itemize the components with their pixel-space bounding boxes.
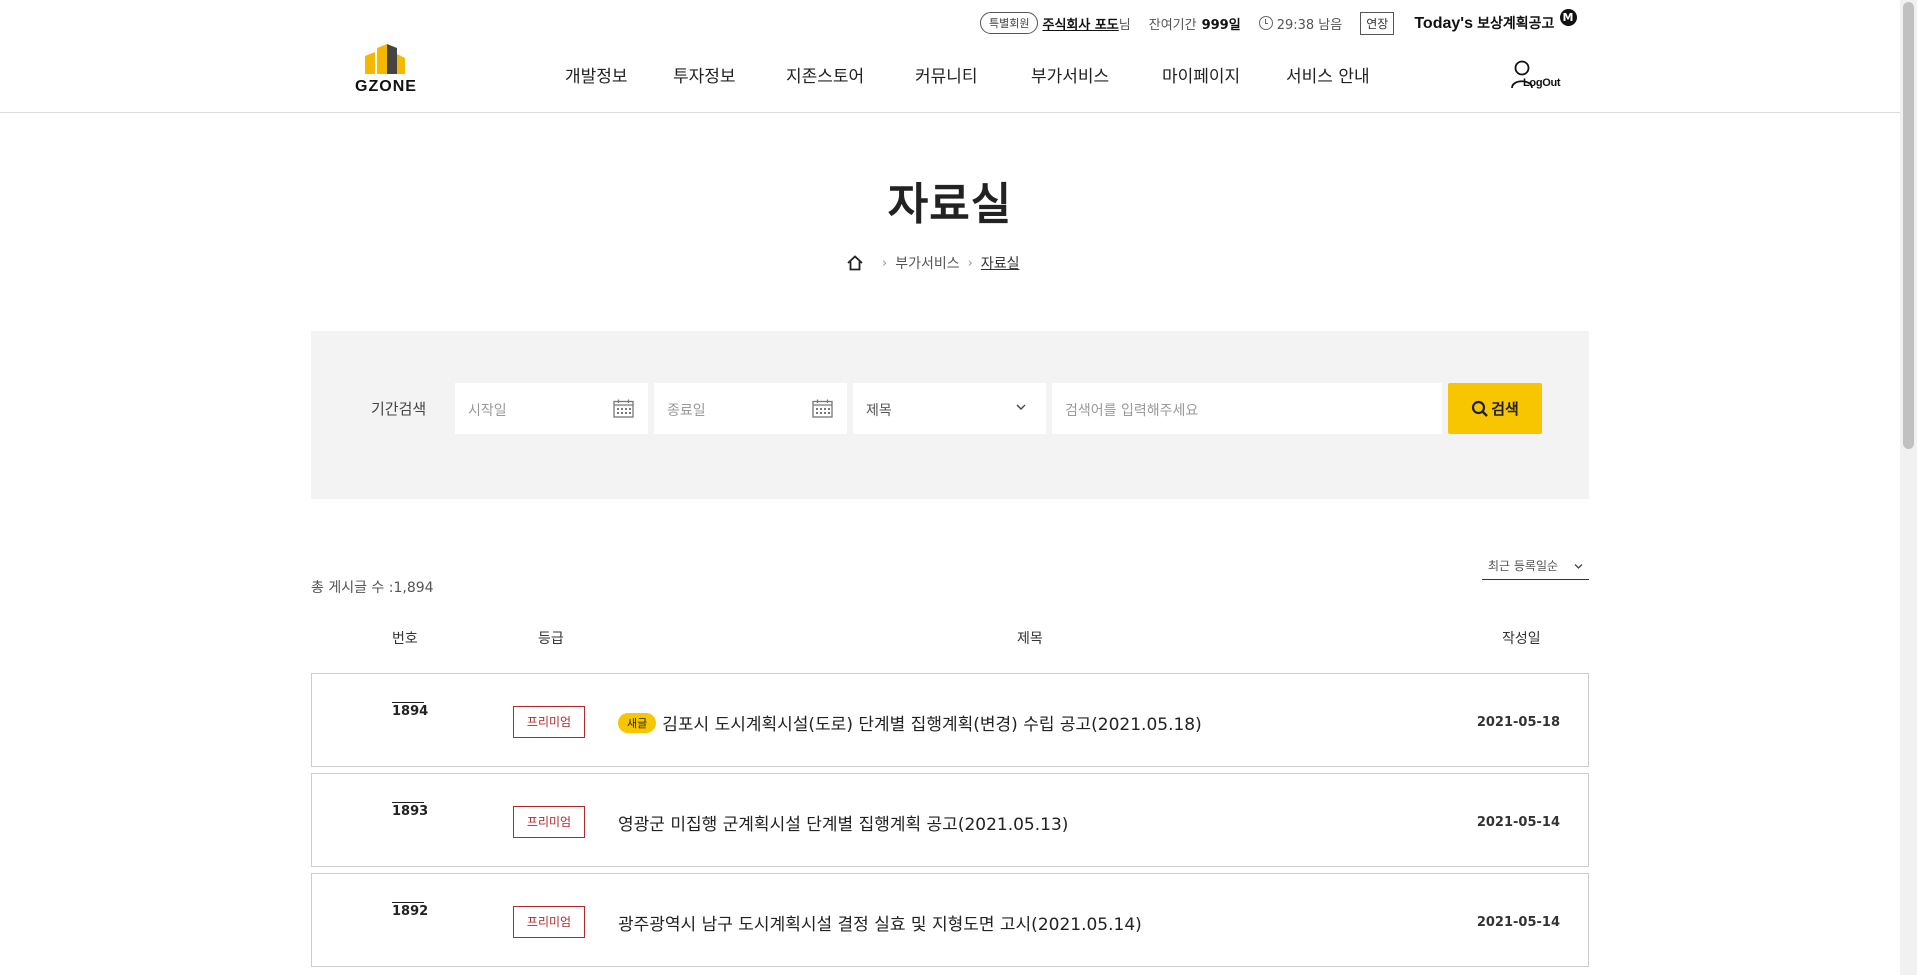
nav-development-info[interactable]: 개발정보 xyxy=(565,62,628,87)
breadcrumb: › 부가서비스 › 자료실 xyxy=(846,252,1019,274)
start-date-input[interactable]: 시작일 xyxy=(455,383,648,434)
extend-session-button[interactable]: 연장 xyxy=(1360,11,1395,35)
post-date: 2021-05-14 xyxy=(1476,915,1560,930)
nav-my-page[interactable]: 마이페이지 xyxy=(1162,62,1240,87)
member-badge: 특별회원 xyxy=(980,12,1039,34)
gzone-logo[interactable]: GZONE xyxy=(348,42,424,98)
search-button-label: 검색 xyxy=(1491,401,1519,418)
search-icon xyxy=(1472,400,1489,417)
start-date-placeholder: 시작일 xyxy=(468,403,507,419)
page-scrollbar[interactable] xyxy=(1900,0,1917,975)
table-row[interactable]: 1892 프리미엄 광주광역시 남구 도시계획시설 결정 실효 및 지형도면 고… xyxy=(311,873,1589,967)
todays-label: Today's xyxy=(1414,15,1473,32)
column-number: 번호 xyxy=(392,631,418,647)
grade-badge: 프리미엄 xyxy=(513,706,585,738)
nav-additional-services[interactable]: 부가서비스 xyxy=(1031,62,1109,87)
chevron-down-icon xyxy=(1574,564,1583,569)
breadcrumb-additional-services[interactable]: 부가서비스 xyxy=(895,253,959,273)
calendar-icon[interactable] xyxy=(812,399,833,418)
breadcrumb-separator-icon: › xyxy=(967,255,973,271)
post-title: 영광군 미집행 군계획시설 단계별 집행계획 공고(2021.05.13) xyxy=(618,815,1069,835)
column-date: 작성일 xyxy=(1502,631,1541,647)
logo-text: GZONE xyxy=(355,78,417,95)
post-number: 1893 xyxy=(392,802,429,819)
post-title-link[interactable]: 광주광역시 남구 도시계획시설 결정 실효 및 지형도면 고시(2021.05.… xyxy=(618,910,1142,935)
post-number: 1892 xyxy=(392,902,429,919)
breadcrumb-separator-icon: › xyxy=(882,255,888,271)
remain-period-value: 999일 xyxy=(1201,17,1241,33)
grade-badge: 프리미엄 xyxy=(513,906,585,938)
new-post-badge: 새글 xyxy=(618,712,657,733)
nav-service-guide[interactable]: 서비스 안내 xyxy=(1286,62,1370,87)
sort-select-value: 최근 등록일순 xyxy=(1488,559,1559,573)
todays-compensation-link[interactable]: Today's 보상계획공고 M xyxy=(1414,9,1577,33)
table-row[interactable]: 1893 프리미엄 영광군 미집행 군계획시설 단계별 집행계획 공고(2021… xyxy=(311,773,1589,867)
search-panel: 기간검색 시작일 종료일 제목 검색어를 입력해주세요 검색 xyxy=(311,331,1589,499)
column-title: 제목 xyxy=(1017,631,1043,647)
column-grade: 등급 xyxy=(538,631,564,647)
clock-icon xyxy=(1258,16,1273,30)
session-time-left: 29:38 남음 xyxy=(1276,17,1343,33)
todays-m-badge: M xyxy=(1559,9,1577,26)
table-header: 번호 등급 제목 작성일 xyxy=(311,628,1589,650)
user-utility-bar: 특별회원 주식회사 포도 님 잔여기간 999일 29:38 남음 연장 Tod… xyxy=(980,9,1577,35)
period-search-label: 기간검색 xyxy=(371,400,427,418)
home-icon[interactable] xyxy=(846,254,864,272)
search-keyword-placeholder: 검색어를 입력해주세요 xyxy=(1065,403,1199,419)
nav-gzone-store[interactable]: 지존스토어 xyxy=(786,62,864,87)
scrollbar-thumb[interactable] xyxy=(1903,2,1914,449)
post-title-link[interactable]: 영광군 미집행 군계획시설 단계별 집행계획 공고(2021.05.13) xyxy=(618,810,1068,835)
logout-label: LogOut xyxy=(1523,77,1561,89)
end-date-input[interactable]: 종료일 xyxy=(654,383,847,434)
site-header: 특별회원 주식회사 포도 님 잔여기간 999일 29:38 남음 연장 Tod… xyxy=(0,0,1900,113)
post-number: 1894 xyxy=(392,702,429,719)
search-keyword-input[interactable]: 검색어를 입력해주세요 xyxy=(1052,383,1442,434)
post-title: 광주광역시 남구 도시계획시설 결정 실효 및 지형도면 고시(2021.05.… xyxy=(618,915,1142,935)
logout-button[interactable]: LogOut xyxy=(1511,60,1563,94)
user-name-link[interactable]: 주식회사 포도 xyxy=(1042,14,1118,33)
grade-badge: 프리미엄 xyxy=(513,806,585,838)
post-title-link[interactable]: 새글 김포시 도시계획시설(도로) 단계별 집행계획(변경) 수립 공고(202… xyxy=(618,710,1202,735)
end-date-placeholder: 종료일 xyxy=(667,403,706,419)
post-title: 김포시 도시계획시설(도로) 단계별 집행계획(변경) 수립 공고(2021.0… xyxy=(662,715,1202,735)
breadcrumb-current[interactable]: 자료실 xyxy=(981,253,1020,273)
table-row[interactable]: 1894 프리미엄 새글 김포시 도시계획시설(도로) 단계별 집행계획(변경)… xyxy=(311,673,1589,767)
remain-period-label: 잔여기간 xyxy=(1148,17,1197,33)
logo-building-icon xyxy=(365,44,405,74)
search-category-select[interactable]: 제목 xyxy=(853,383,1046,434)
calendar-icon[interactable] xyxy=(613,399,634,418)
chevron-down-icon xyxy=(1016,404,1026,410)
nav-investment-info[interactable]: 투자정보 xyxy=(673,62,736,87)
nav-community[interactable]: 커뮤니티 xyxy=(915,62,978,87)
page-title: 자료실 xyxy=(887,179,1013,230)
search-category-value: 제목 xyxy=(866,403,892,419)
search-button[interactable]: 검색 xyxy=(1448,383,1542,434)
sort-select[interactable]: 최근 등록일순 xyxy=(1482,552,1589,580)
todays-sub-label: 보상계획공고 xyxy=(1477,16,1555,32)
post-date: 2021-05-18 xyxy=(1476,715,1560,730)
total-post-count: 총 게시글 수 :1,894 xyxy=(311,580,434,596)
post-date: 2021-05-14 xyxy=(1476,815,1560,830)
user-suffix: 님 xyxy=(1118,17,1131,33)
